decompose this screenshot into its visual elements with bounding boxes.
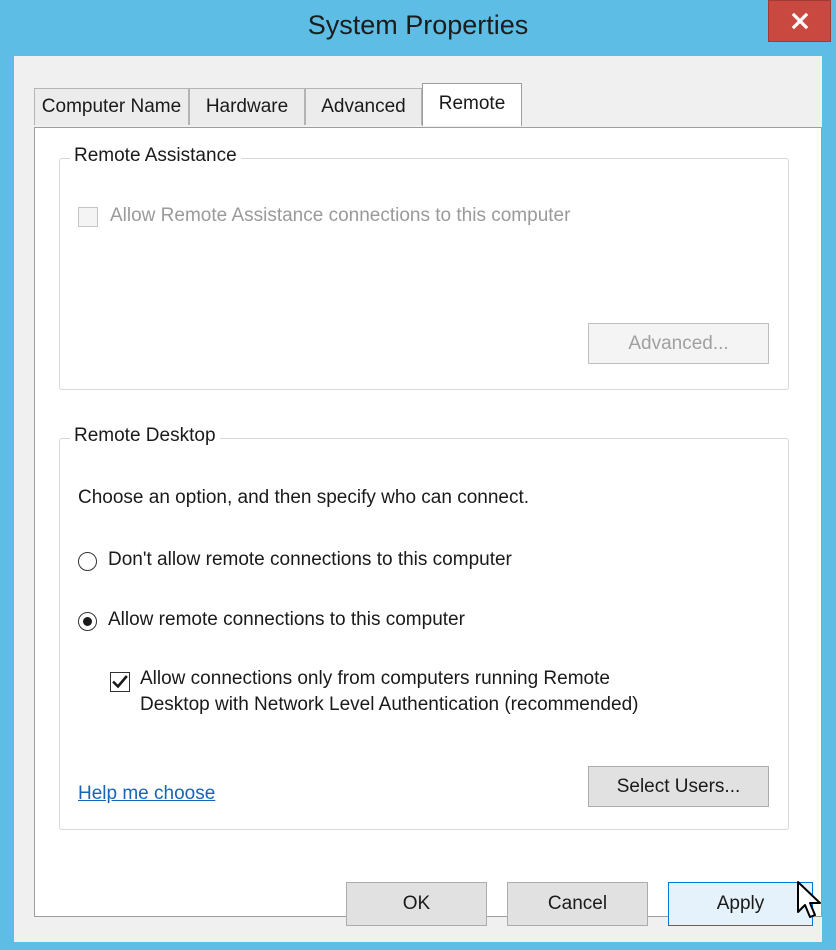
allow-label: Allow remote connections to this compute… [108, 609, 465, 630]
tab-hardware[interactable]: Hardware [189, 88, 305, 125]
allow-remote-assistance-label: Allow Remote Assistance connections to t… [110, 205, 571, 226]
system-properties-window: System Properties Computer Name Hardware… [0, 0, 836, 950]
dont-allow-radio[interactable] [78, 552, 97, 571]
tab-advanced[interactable]: Advanced [305, 88, 422, 125]
tab-remote[interactable]: Remote [422, 83, 522, 126]
remote-tab-panel: Remote Assistance Allow Remote Assistanc… [34, 127, 822, 917]
close-button[interactable] [768, 0, 831, 42]
allow-radio[interactable] [78, 612, 97, 631]
nla-label-line2: Desktop with Network Level Authenticatio… [140, 694, 639, 715]
remote-assistance-legend: Remote Assistance [70, 145, 241, 167]
nla-label-line1: Allow connections only from computers ru… [140, 668, 610, 689]
radio-selected-dot [83, 617, 92, 626]
help-me-choose-link[interactable]: Help me choose [78, 783, 215, 805]
advanced-button[interactable]: Advanced... [588, 323, 769, 364]
checkmark-icon [112, 675, 128, 689]
dialog-client-area: Computer Name Hardware Advanced Remote R… [14, 56, 822, 942]
dont-allow-label: Don't allow remote connections to this c… [108, 549, 512, 570]
allow-remote-assistance-checkbox[interactable] [78, 207, 98, 227]
mouse-pointer-icon [797, 881, 821, 918]
apply-button[interactable]: Apply [668, 882, 813, 926]
close-icon [791, 12, 808, 30]
ok-button[interactable]: OK [346, 882, 487, 926]
cancel-button[interactable]: Cancel [507, 882, 648, 926]
nla-checkbox[interactable] [110, 672, 130, 692]
remote-desktop-group: Remote Desktop Choose an option, and the… [59, 425, 789, 830]
tab-computer-name[interactable]: Computer Name [34, 88, 189, 125]
remote-assistance-group: Remote Assistance Allow Remote Assistanc… [59, 145, 789, 390]
remote-desktop-legend: Remote Desktop [70, 425, 220, 447]
remote-desktop-instruction: Choose an option, and then specify who c… [78, 487, 530, 508]
window-title: System Properties [307, 10, 529, 40]
select-users-button[interactable]: Select Users... [588, 766, 769, 807]
